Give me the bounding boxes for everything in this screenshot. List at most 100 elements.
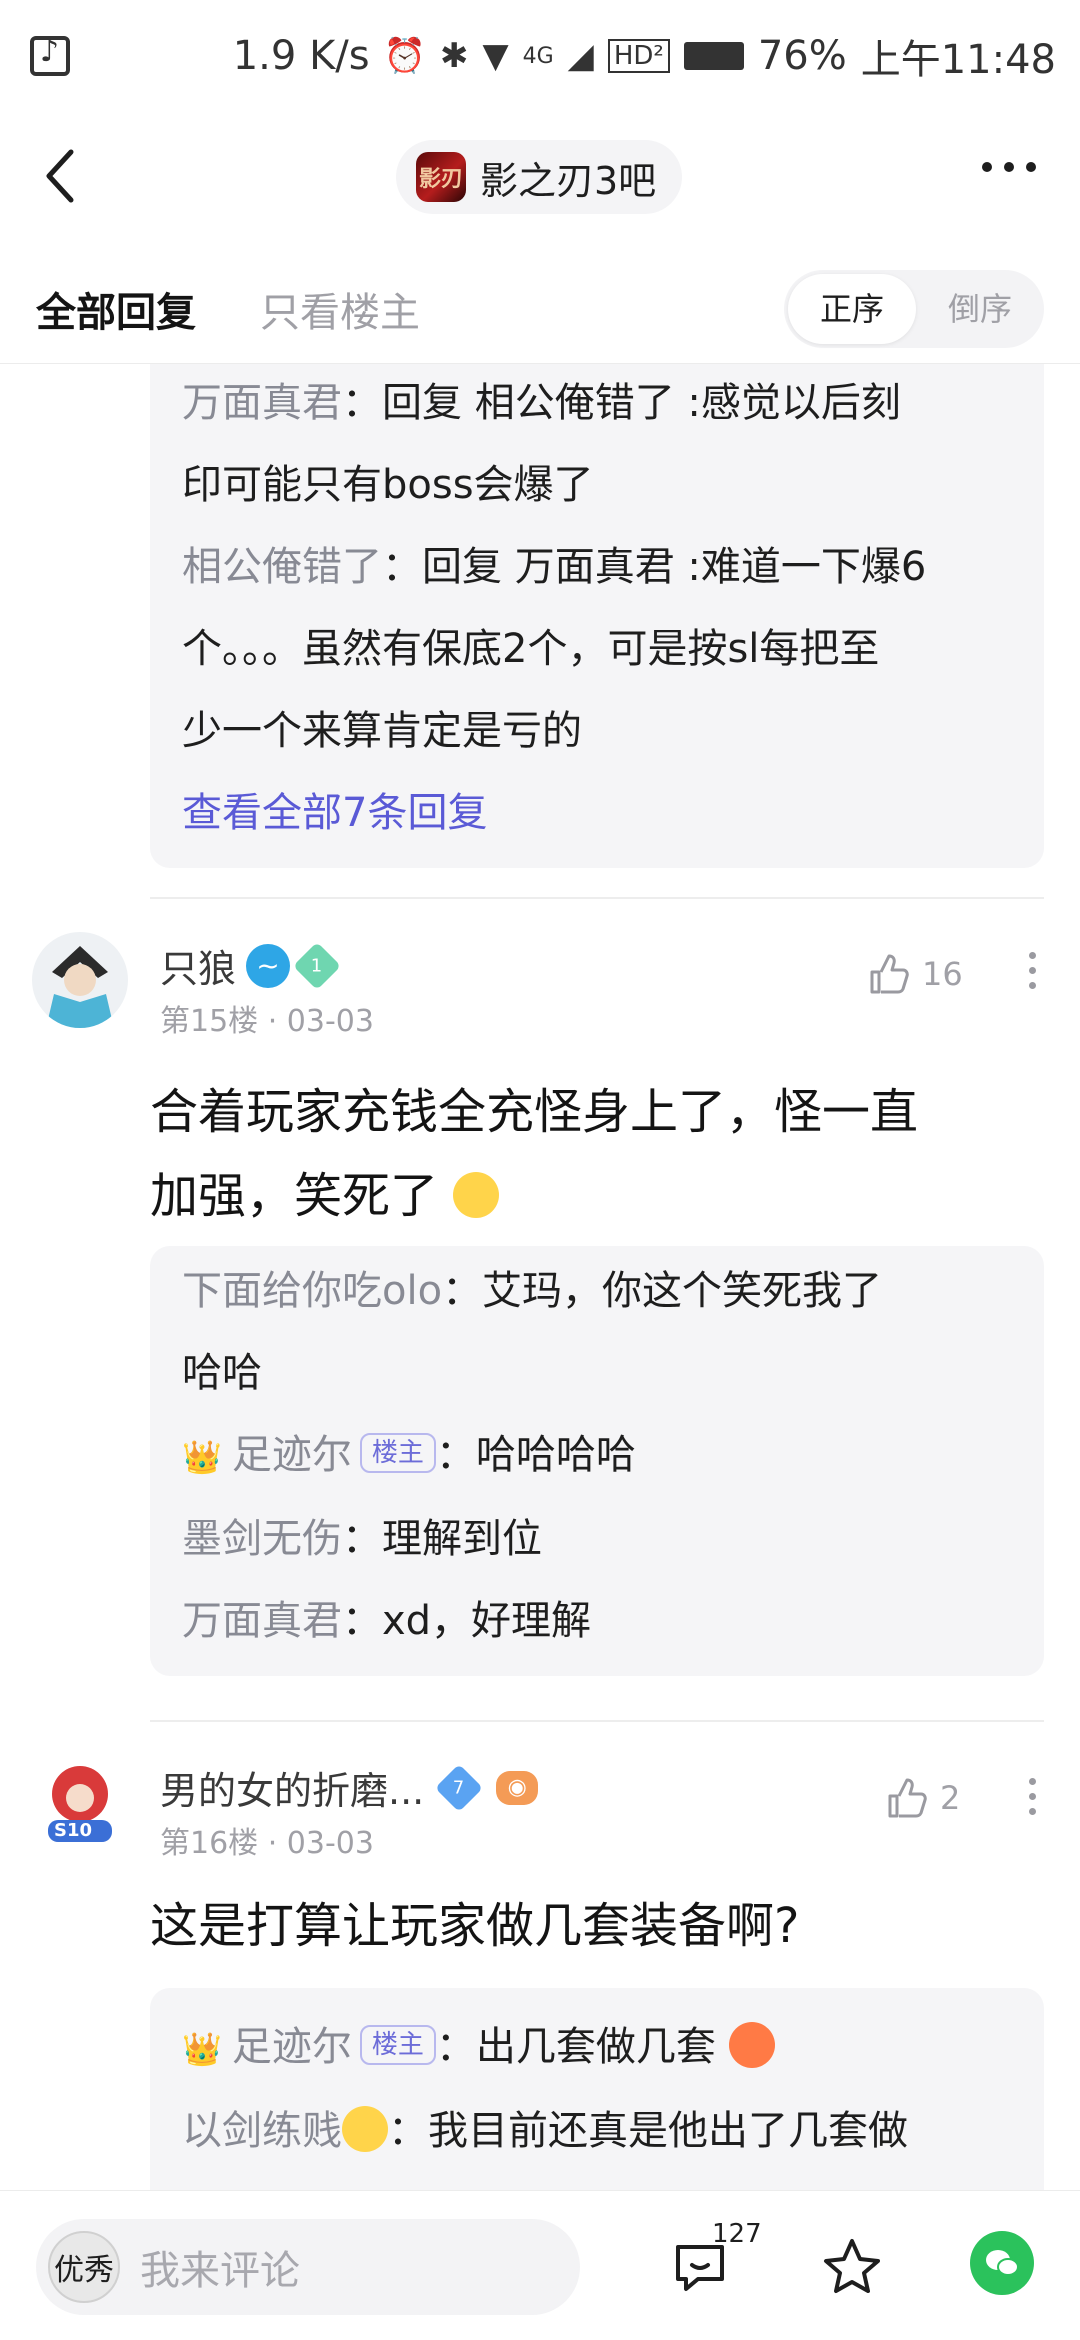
like-count: 2: [940, 1779, 961, 1817]
more-options-icon[interactable]: [982, 162, 1036, 172]
tab-op-only[interactable]: 只看楼主: [260, 280, 420, 338]
shocked-emoji-icon: [342, 2106, 388, 2152]
reply-list: 万面真君：回复 相公俺错了 :感觉以后刻 印可能只有boss会爆了 相公俺错了：…: [0, 364, 1080, 2190]
username[interactable]: 只狼: [160, 938, 236, 993]
tab-all-replies[interactable]: 全部回复: [36, 280, 196, 338]
sub-reply-text: ：xd，好理解: [342, 1598, 592, 1644]
bottom-bar: 优秀 我来评论 127: [0, 2190, 1080, 2340]
view-all-replies-link[interactable]: 查看全部7条回复: [182, 772, 1012, 854]
op-tag: 楼主: [359, 1433, 436, 1473]
sub-reply-author[interactable]: 下面给你吃olo: [182, 1268, 442, 1314]
post-meta: 第15楼 · 03-03: [160, 1004, 374, 1039]
battery-icon: [683, 42, 744, 70]
username-row: 男的女的折磨... 7 ◉: [160, 1760, 539, 1815]
sub-reply-author[interactable]: 万面真君: [182, 380, 342, 426]
sub-reply-author[interactable]: 足迹尔: [232, 2024, 352, 2070]
floor-number: 第16楼: [160, 1826, 259, 1861]
sub-reply-author[interactable]: 以剑练贱: [182, 2108, 342, 2154]
sub-reply-text: ：理解到位: [342, 1516, 542, 1562]
avatar[interactable]: S10: [32, 1754, 128, 1850]
sub-reply-text: ：我目前还真是他出了几套做: [388, 2108, 908, 2154]
wechat-share-button[interactable]: [970, 2231, 1034, 2295]
sub-reply-continued: 哈哈: [182, 1350, 262, 1396]
alarm-icon: ⏰: [383, 36, 426, 76]
signal-icon: ◢: [567, 36, 594, 76]
sub-reply-author[interactable]: 相公俺错了: [182, 544, 382, 590]
sub-reply-text: ：哈哈哈哈: [435, 1432, 636, 1478]
comment-input[interactable]: 优秀 我来评论: [36, 2219, 580, 2315]
hd-badge: HD²: [607, 39, 670, 73]
divider: [150, 1720, 1044, 1722]
post-date: 03-03: [286, 1826, 374, 1861]
floor-number: 第15楼: [160, 1004, 259, 1039]
sub-reply-author[interactable]: 足迹尔: [232, 1432, 352, 1478]
post-line-2: 加强，笑死了: [150, 1154, 1030, 1238]
like-button[interactable]: 2: [884, 1776, 960, 1820]
sub-reply-author[interactable]: 万面真君: [182, 1598, 342, 1644]
my-avatar: 优秀: [48, 2231, 120, 2303]
music-app-icon: [30, 34, 70, 76]
sub-reply: 以剑练贱 ：我目前还真是他出了几套做: [182, 2090, 1012, 2172]
filter-bar: 全部回复 只看楼主 正序 倒序: [0, 242, 1080, 364]
avatar[interactable]: [32, 932, 128, 1028]
crown-icon: 👑: [182, 2030, 222, 2068]
comment-placeholder: 我来评论: [140, 2248, 300, 2294]
sort-ascending-button[interactable]: 正序: [788, 274, 916, 344]
sub-reply: 相公俺错了：回复 万面真君 :难道一下爆6: [182, 526, 1012, 608]
sub-reply-text: ：出几套做几套: [435, 2024, 716, 2070]
crown-icon: 👑: [182, 1438, 222, 1476]
forum-pill[interactable]: 影刃 影之刃3吧: [396, 140, 683, 214]
clock: 上午11:48: [860, 37, 1056, 83]
post-line: 这是打算让玩家做几套装备啊?: [150, 1898, 800, 1954]
avatar-badge: S10: [54, 1820, 93, 1841]
thumbs-up-icon: [888, 1778, 927, 1818]
wifi-icon: ▼: [482, 36, 509, 76]
angry-emoji-icon: [728, 2022, 775, 2068]
status-right: 1.9 K/s ⏰ ✱ ▼ 4G ◢ HD² 76% 上午11:48: [233, 27, 1056, 85]
user-avatar-image: [32, 932, 128, 1028]
post-more-icon[interactable]: [1029, 952, 1036, 989]
like-button[interactable]: 16: [866, 952, 963, 996]
username-row: 只狼 ~ 1: [160, 938, 342, 993]
level-badge-icon: 7: [435, 1763, 484, 1812]
sub-reply: 下面给你吃olo：艾玛，你这个笑死我了: [182, 1250, 1012, 1332]
wave-badge-icon: ~: [246, 943, 291, 988]
sub-reply: 墨剑无伤：理解到位: [182, 1498, 1012, 1580]
post-content: 这是打算让玩家做几套装备啊?: [150, 1884, 1030, 1968]
nav-bar: 影刃 影之刃3吧: [0, 112, 1080, 242]
sub-reply: 万面真君：xd，好理解: [182, 1580, 1012, 1662]
post-date: 03-03: [286, 1004, 374, 1039]
status-bar: 1.9 K/s ⏰ ✱ ▼ 4G ◢ HD² 76% 上午11:48: [0, 0, 1080, 112]
level-badge-icon: 1: [292, 941, 342, 990]
sub-reply-continued: 少一个来算肯定是亏的: [182, 708, 582, 754]
star-icon: [824, 2239, 880, 2293]
like-count: 16: [922, 955, 963, 993]
chevron-left-icon: [46, 149, 74, 203]
post-more-icon[interactable]: [1029, 1778, 1036, 1815]
sub-reply-continued: 印可能只有boss会爆了: [182, 462, 594, 508]
sub-reply-box[interactable]: 万面真君：回复 相公俺错了 :感觉以后刻 印可能只有boss会爆了 相公俺错了：…: [150, 364, 1044, 868]
sub-reply-text: ：艾玛，你这个笑死我了: [442, 1268, 883, 1314]
post-meta: 第16楼 · 03-03: [160, 1826, 374, 1861]
post-content: 合着玩家充钱全充怪身上了，怪一直 加强，笑死了: [150, 1070, 1030, 1238]
thumbs-up-icon: [870, 954, 909, 994]
sort-descending-button[interactable]: 倒序: [916, 274, 1044, 344]
sub-reply-author[interactable]: 墨剑无伤: [182, 1516, 342, 1562]
username[interactable]: 男的女的折磨...: [160, 1760, 424, 1815]
sub-reply-continued: 个。。。虽然有保底2个，可是按sl每把至: [182, 626, 880, 672]
sub-reply-box[interactable]: 👑 足迹尔 楼主 ：出几套做几套 以剑练贱 ：我目前还真是他出了几套做: [150, 1988, 1044, 2190]
wechat-icon: [986, 2250, 1019, 2276]
favorite-button[interactable]: [820, 2235, 884, 2303]
forum-avatar: 影刃: [416, 152, 466, 202]
back-button[interactable]: [40, 146, 80, 206]
laugh-emoji-icon: [453, 1172, 500, 1218]
sort-toggle: 正序 倒序: [784, 270, 1044, 348]
sub-reply: 👑 足迹尔 楼主 ：哈哈哈哈: [182, 1414, 1012, 1498]
battery-percent: 76%: [757, 33, 847, 79]
sub-reply: 万面真君：回复 相公俺错了 :感觉以后刻: [182, 364, 1012, 444]
post-line: 合着玩家充钱全充怪身上了，怪一直: [150, 1084, 919, 1140]
forum-name: 影之刃3吧: [480, 158, 657, 203]
sub-reply-text: ：回复 相公俺错了 :感觉以后刻: [342, 380, 901, 426]
sub-reply-box[interactable]: 下面给你吃olo：艾玛，你这个笑死我了 哈哈 👑 足迹尔 楼主 ：哈哈哈哈 墨剑无伤：…: [150, 1246, 1044, 1676]
op-tag: 楼主: [359, 2025, 436, 2065]
